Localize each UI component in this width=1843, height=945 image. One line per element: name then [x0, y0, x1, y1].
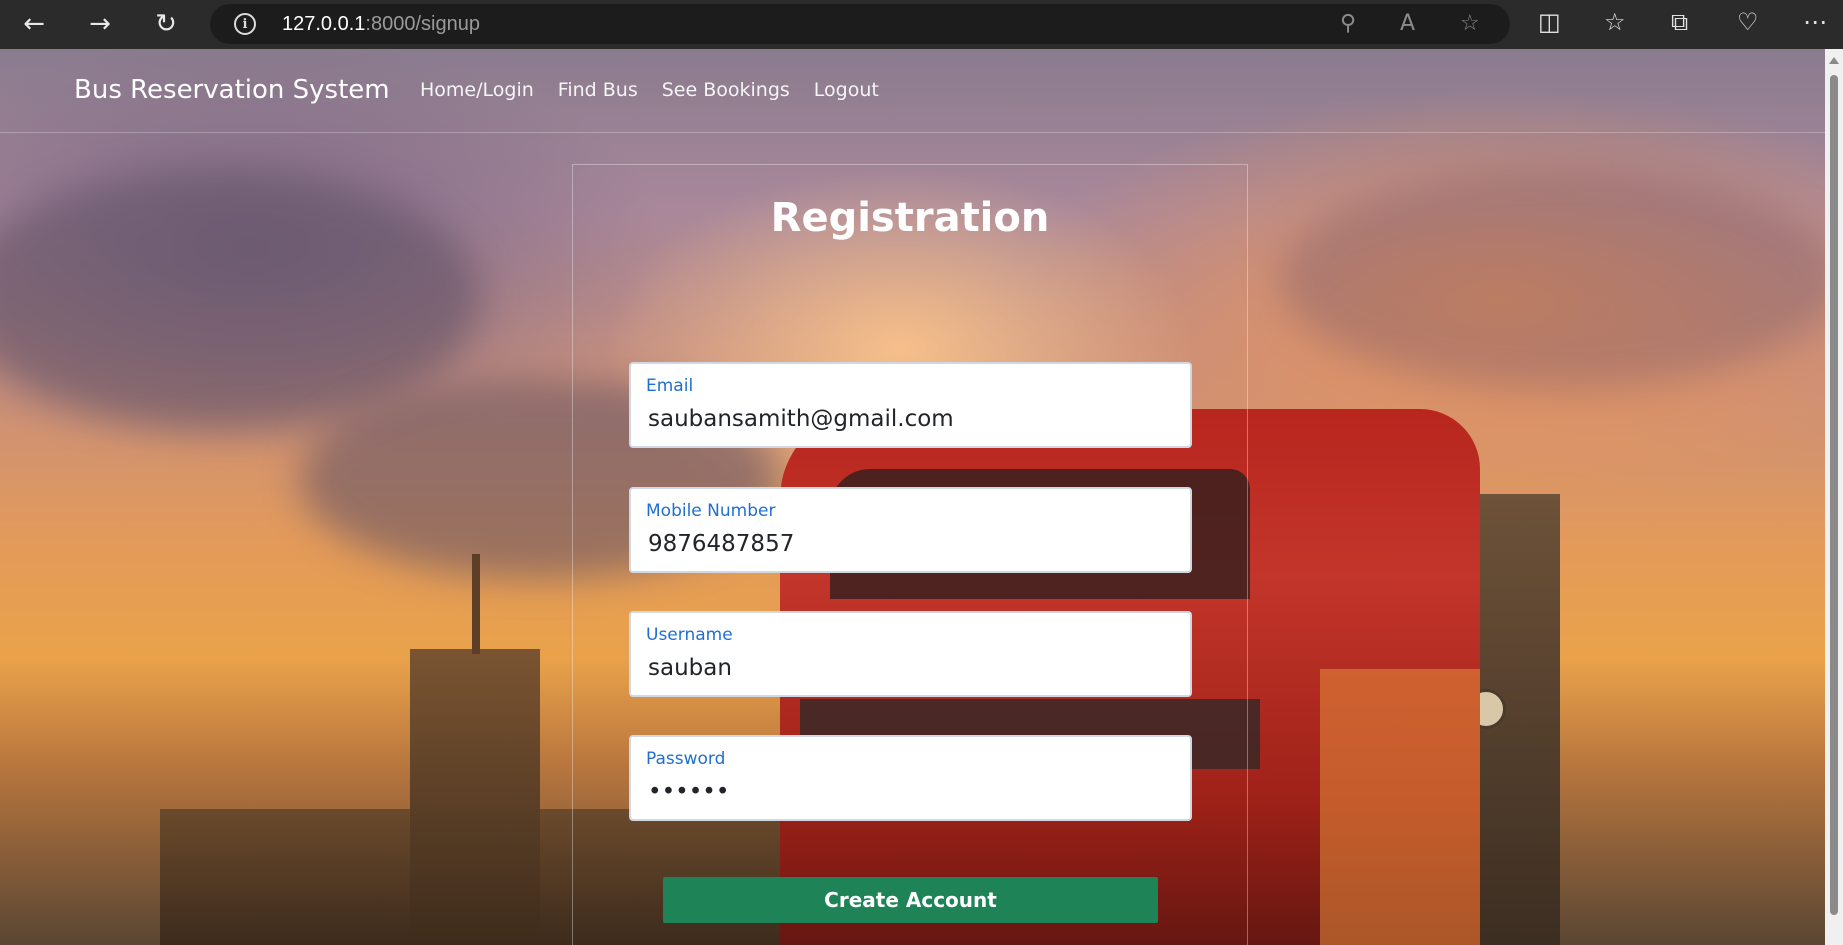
navbar: Bus Reservation System Home/Login Find B…	[0, 49, 1825, 133]
read-aloud-icon[interactable]: A	[1400, 11, 1415, 36]
scroll-up-arrow-icon[interactable]	[1829, 57, 1839, 64]
page-title: Registration	[770, 195, 1050, 241]
nav-link-find-bus[interactable]: Find Bus	[558, 79, 638, 101]
refresh-icon[interactable]: ↻	[146, 6, 186, 42]
password-field[interactable]: Password ••••••	[629, 735, 1192, 821]
nav-links: Home/Login Find Bus See Bookings Logout	[420, 79, 879, 101]
url-host: 127.0.0.1	[282, 13, 366, 35]
username-field[interactable]: Username sauban	[629, 611, 1192, 697]
scroll-thumb[interactable]	[1830, 75, 1838, 915]
background-spire	[472, 554, 480, 654]
password-label: Password	[646, 749, 726, 769]
split-screen-icon[interactable]: ◫	[1538, 8, 1561, 36]
page-scrollbar[interactable]	[1825, 49, 1843, 945]
back-arrow-icon[interactable]: ←	[14, 6, 54, 42]
browser-toolbar: ← → ↻ i 127.0.0.1:8000/signup ⚲ A ☆ ◫ ☆ …	[0, 0, 1843, 49]
password-input[interactable]: ••••••	[648, 779, 1168, 805]
username-input[interactable]: sauban	[648, 655, 1168, 681]
collections-icon[interactable]: ⧉	[1671, 8, 1688, 36]
favorites-icon[interactable]: ☆	[1604, 8, 1626, 36]
more-menu-icon[interactable]: ⋯	[1803, 8, 1827, 36]
registration-form: Registration Email saubansamith@gmail.co…	[572, 164, 1248, 945]
username-label: Username	[646, 625, 733, 645]
background-tower	[410, 649, 540, 945]
url-text[interactable]: 127.0.0.1:8000/signup	[282, 13, 480, 36]
nav-link-home-login[interactable]: Home/Login	[420, 79, 534, 101]
page-viewport: Bus Reservation System Home/Login Find B…	[0, 49, 1825, 945]
forward-arrow-icon[interactable]: →	[80, 6, 120, 42]
background-cloud	[1280, 169, 1825, 389]
background-cloud	[0, 169, 480, 429]
favorite-star-icon[interactable]: ☆	[1460, 11, 1480, 36]
mobile-number-label: Mobile Number	[646, 501, 776, 521]
brand-link[interactable]: Bus Reservation System	[74, 75, 390, 105]
nav-link-see-bookings[interactable]: See Bookings	[662, 79, 790, 101]
mobile-number-field[interactable]: Mobile Number 9876487857	[629, 487, 1192, 573]
url-path: :8000/signup	[365, 13, 480, 35]
key-icon[interactable]: ⚲	[1340, 11, 1356, 36]
email-input[interactable]: saubansamith@gmail.com	[648, 406, 1168, 432]
site-info-icon[interactable]: i	[234, 13, 256, 35]
mobile-number-input[interactable]: 9876487857	[648, 531, 1168, 557]
create-account-button[interactable]: Create Account	[663, 877, 1158, 923]
email-label: Email	[646, 376, 694, 396]
email-field[interactable]: Email saubansamith@gmail.com	[629, 362, 1192, 448]
address-bar[interactable]: i 127.0.0.1:8000/signup ⚲ A ☆	[210, 4, 1510, 44]
nav-link-logout[interactable]: Logout	[814, 79, 879, 101]
browser-essentials-icon[interactable]: ♡	[1737, 8, 1759, 36]
background-bus-side	[1320, 669, 1480, 945]
